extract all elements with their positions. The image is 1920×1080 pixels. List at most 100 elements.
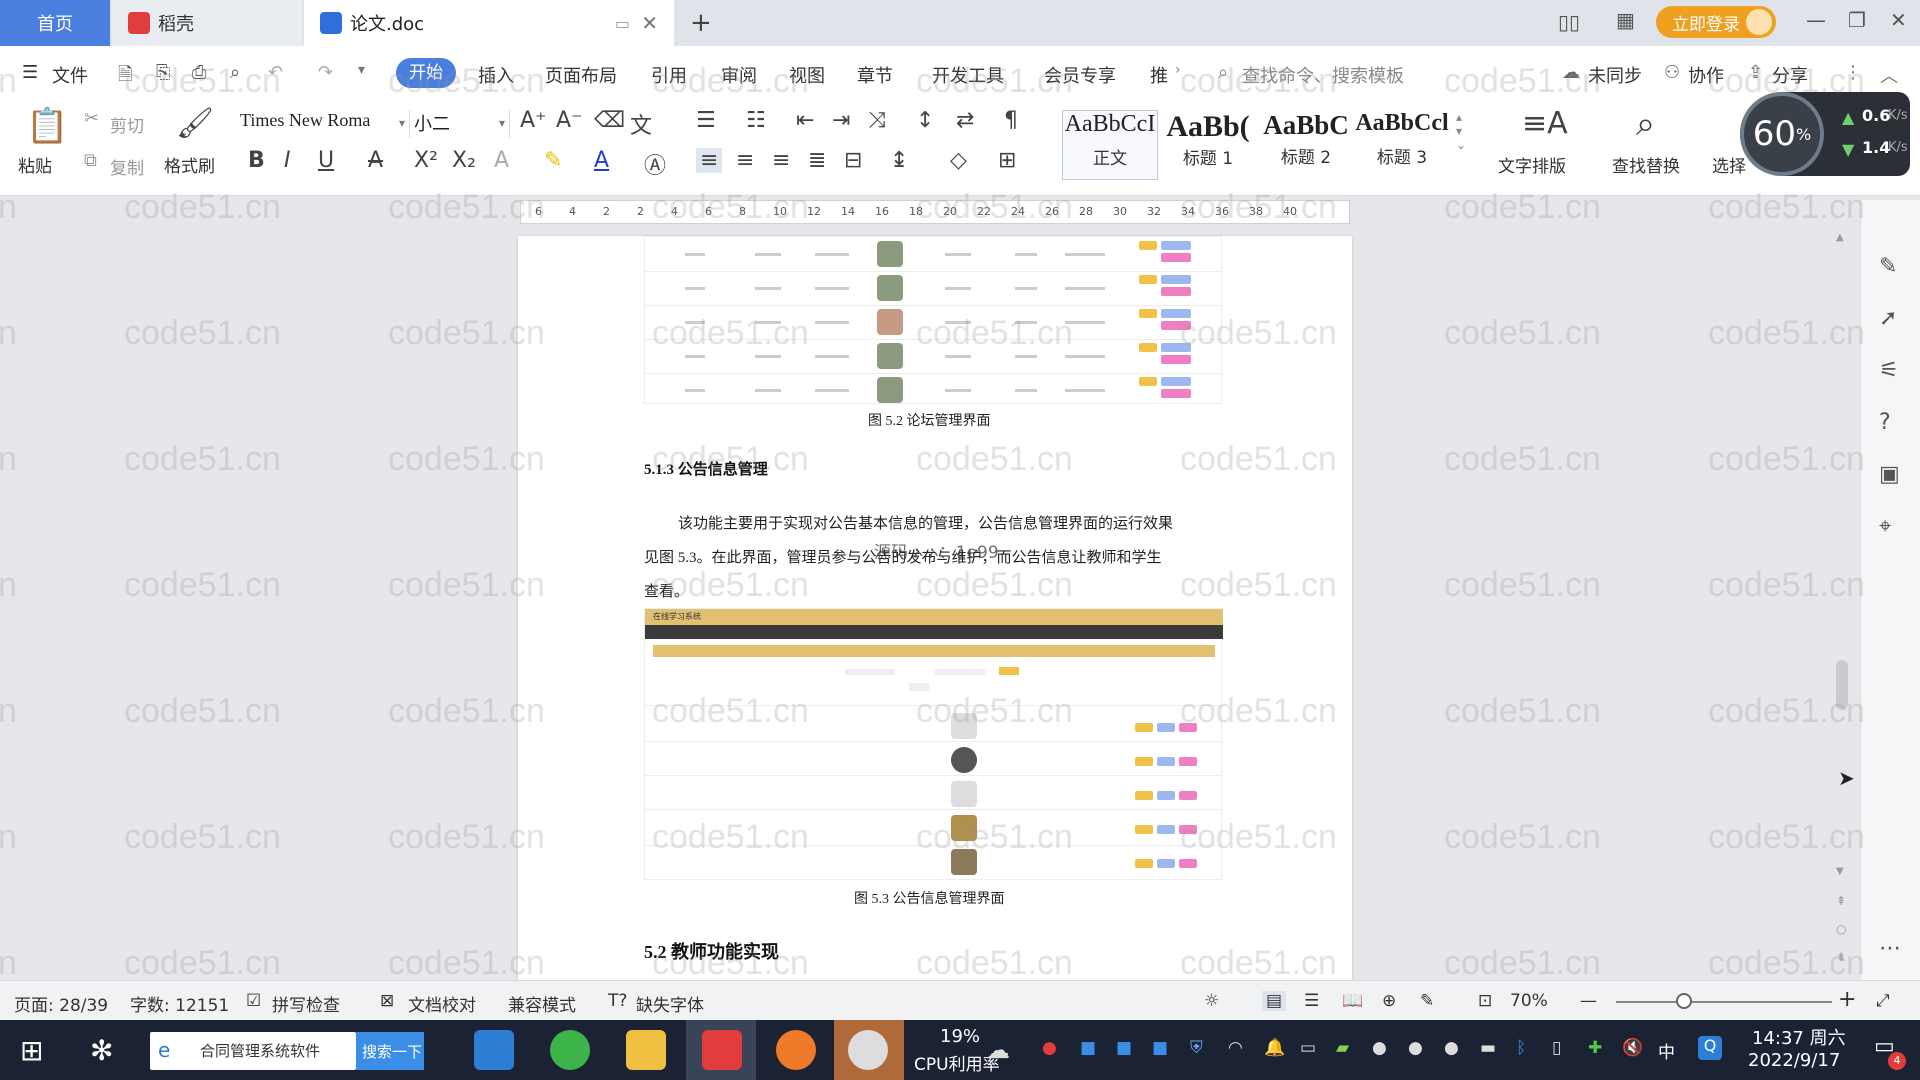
- find-replace-icon[interactable]: ⌕: [1636, 104, 1655, 144]
- pen-icon[interactable]: ✎: [1879, 254, 1903, 279]
- numbering-icon[interactable]: ☷: [746, 108, 766, 133]
- save-icon[interactable]: 🗎: [118, 62, 132, 92]
- scroll-down-icon[interactable]: ▼: [1836, 866, 1844, 877]
- justify-icon[interactable]: ≣: [808, 148, 826, 173]
- qq-penguin-3-icon[interactable]: ●: [1444, 1038, 1459, 1058]
- tray-cloud-icon[interactable]: ■: [1080, 1038, 1096, 1058]
- cut-icon[interactable]: ✂: [84, 108, 99, 129]
- weather-cloud-icon[interactable]: ☁: [986, 1036, 1010, 1064]
- shrink-font-icon[interactable]: A⁻: [556, 108, 583, 133]
- page-indicator[interactable]: 页面: 28/39: [14, 991, 108, 1016]
- undo-icon[interactable]: ↶: [268, 62, 283, 83]
- bullets-icon[interactable]: ☰: [696, 108, 716, 133]
- find-replace-button[interactable]: 查找替换: [1612, 152, 1680, 177]
- outline-view-icon[interactable]: ☰: [1304, 991, 1319, 1011]
- show-marks-icon[interactable]: ¶: [1004, 108, 1018, 133]
- tab-docer[interactable]: 稻壳: [112, 0, 302, 46]
- sort-icon[interactable]: ↕: [916, 108, 934, 133]
- menu-dev-tools[interactable]: 开发工具: [932, 62, 1004, 88]
- format-painter-button[interactable]: 格式刷: [164, 152, 215, 177]
- read-view-icon[interactable]: 📖: [1342, 991, 1363, 1011]
- close-window-icon[interactable]: ✕: [1890, 8, 1907, 32]
- style-heading-3[interactable]: AaBbCcl 标题 3: [1354, 110, 1450, 180]
- menu-page-layout[interactable]: 页面布局: [545, 62, 617, 88]
- sliders-icon[interactable]: ⚟: [1879, 358, 1903, 383]
- quick-access-dropdown-icon[interactable]: ▾: [358, 62, 365, 78]
- cursor-icon[interactable]: ➚: [1879, 306, 1903, 331]
- pinyin-icon[interactable]: 文: [630, 108, 652, 140]
- menu-file[interactable]: 文件: [52, 62, 88, 88]
- more-tools-icon[interactable]: ⋯: [1879, 936, 1903, 961]
- help-icon[interactable]: ?: [1879, 410, 1903, 435]
- grow-font-icon[interactable]: A⁺: [520, 108, 547, 133]
- eye-protection-icon[interactable]: ☼: [1204, 991, 1219, 1011]
- menu-review[interactable]: 审阅: [721, 62, 757, 88]
- scrollbar-thumb[interactable]: [1836, 660, 1848, 710]
- align-right-icon[interactable]: ≡: [772, 148, 790, 173]
- sync-status[interactable]: 未同步: [1588, 62, 1642, 88]
- missing-font-button[interactable]: 缺失字体: [636, 991, 704, 1016]
- chinese-layout-icon[interactable]: ⤨: [868, 108, 886, 133]
- memory-usage-gauge[interactable]: 60%: [1740, 92, 1824, 176]
- subscript-icon[interactable]: X₂: [452, 148, 476, 173]
- tab-document[interactable]: 论文.doc ▭ ✕: [304, 0, 674, 46]
- restore-icon[interactable]: ❐: [1848, 8, 1866, 32]
- highlight-icon[interactable]: ✎: [544, 148, 562, 173]
- tray-nvidia-icon[interactable]: ▰: [1336, 1038, 1349, 1058]
- bold-icon[interactable]: B: [248, 148, 265, 173]
- next-page-icon[interactable]: ⇟: [1836, 950, 1846, 964]
- strikethrough-icon[interactable]: A: [368, 148, 383, 173]
- text-direction-icon[interactable]: ⇄: [956, 108, 974, 133]
- collapse-ribbon-icon[interactable]: ︿: [1880, 62, 1898, 88]
- pinwheel-icon[interactable]: ✻: [90, 1034, 113, 1067]
- volume-muted-icon[interactable]: 🔇: [1622, 1038, 1643, 1058]
- shading-icon[interactable]: ◇: [950, 148, 967, 173]
- fullscreen-icon[interactable]: ⤢: [1876, 991, 1890, 1011]
- styles-scroll-icon[interactable]: ▴ ▾ ⌄: [1456, 110, 1466, 152]
- paste-button[interactable]: 粘贴: [18, 152, 52, 177]
- menu-recommend[interactable]: 推: [1150, 62, 1168, 88]
- login-button[interactable]: 立即登录: [1656, 6, 1776, 38]
- horizontral-ruler[interactable]: 6 4 2 2 4 6 8 10 12 14 16 18 20 22 24 26 28 30 32 34 36 38 40: [520, 200, 1350, 224]
- zoom-slider-handle[interactable]: [1676, 993, 1692, 1009]
- tray-app-icon[interactable]: ●: [1042, 1038, 1057, 1058]
- font-size-select[interactable]: 小二 ▾: [414, 110, 510, 138]
- app-fox-icon[interactable]: [776, 1030, 816, 1070]
- ime-indicator[interactable]: 中: [1658, 1038, 1675, 1063]
- clock-date[interactable]: 2022/9/17: [1748, 1050, 1840, 1071]
- tray-q-icon[interactable]: Q: [1698, 1036, 1722, 1060]
- text-effect-icon[interactable]: A: [494, 148, 509, 173]
- copy-button[interactable]: 复制: [110, 154, 144, 179]
- search-command-input[interactable]: 查找命令、搜索模板: [1242, 62, 1404, 88]
- zoom-in-icon[interactable]: +: [1838, 987, 1856, 1012]
- tray-c-icon[interactable]: ■: [1116, 1038, 1132, 1058]
- copy-icon[interactable]: ⧉: [84, 150, 97, 171]
- zoom-out-icon[interactable]: —: [1580, 991, 1597, 1011]
- wps-icon[interactable]: [702, 1030, 742, 1070]
- word-count[interactable]: 字数: 12151: [130, 991, 229, 1016]
- preview-icon[interactable]: ⌕: [230, 62, 240, 83]
- text-layout-icon[interactable]: ≡A: [1522, 106, 1568, 141]
- align-left-icon[interactable]: ≡: [696, 148, 723, 173]
- web-view-icon[interactable]: ⊕: [1382, 991, 1396, 1011]
- layout-icon[interactable]: ▯▯: [1558, 10, 1580, 34]
- cut-button[interactable]: 剪切: [110, 112, 144, 137]
- tray-c2-icon[interactable]: ■: [1152, 1038, 1168, 1058]
- borders-icon[interactable]: ⊞: [998, 148, 1016, 173]
- taskbar-search-button[interactable]: 搜索一下: [356, 1032, 424, 1070]
- char-border-icon[interactable]: Ⓐ: [644, 148, 666, 180]
- zoom-level[interactable]: 70%: [1510, 991, 1548, 1011]
- print-icon[interactable]: ⎙: [192, 62, 206, 83]
- hamburger-icon[interactable]: ☰: [22, 62, 38, 83]
- qq-penguin-2-icon[interactable]: ●: [1408, 1038, 1423, 1058]
- superscript-icon[interactable]: X²: [414, 148, 438, 173]
- style-heading-1[interactable]: AaBb( 标题 1: [1160, 110, 1256, 180]
- text-layout-button[interactable]: 文字排版: [1498, 152, 1566, 177]
- redo-icon[interactable]: ↷: [318, 62, 333, 83]
- shield-icon[interactable]: ⛨: [1190, 1038, 1203, 1058]
- ie-browser-icon[interactable]: [474, 1030, 514, 1070]
- bluetooth-icon[interactable]: ᛒ: [1516, 1038, 1526, 1058]
- distribute-icon[interactable]: ⊟: [844, 148, 862, 173]
- apps-grid-icon[interactable]: ▦: [1616, 8, 1635, 32]
- windows-start-icon[interactable]: ⊞: [20, 1034, 43, 1067]
